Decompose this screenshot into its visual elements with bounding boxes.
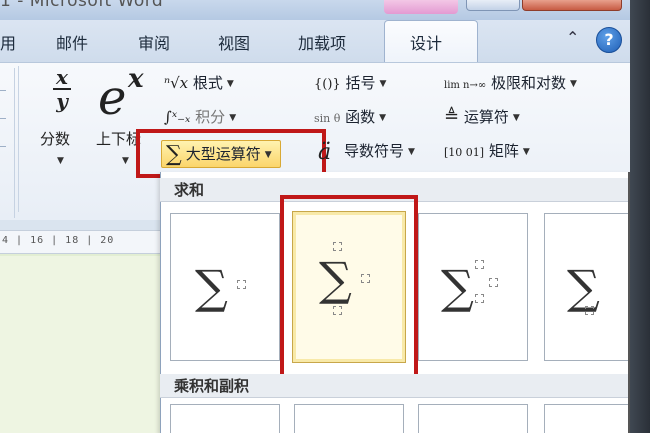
- gallery-tile-summation-lower[interactable]: ∑: [544, 213, 634, 361]
- radical-icon: ⁿ√x: [164, 74, 189, 92]
- placeholder-box: [489, 278, 498, 287]
- chevron-down-icon: ▼: [379, 113, 387, 123]
- context-tab-group: [384, 0, 458, 14]
- placeholder-box: [475, 294, 484, 303]
- gallery-tile-summation[interactable]: ∑: [170, 213, 280, 361]
- ruler-ticks: 4 | 16 | 18 | 20: [2, 235, 115, 246]
- placeholder-box: [585, 306, 594, 315]
- matrix-icon: [10 01]: [444, 146, 485, 159]
- chevron-down-icon: ▼: [570, 79, 577, 89]
- chevron-down-icon[interactable]: ▼: [57, 156, 64, 166]
- derivative-icon[interactable]: ä: [318, 140, 331, 165]
- gallery-tile-product[interactable]: [170, 404, 280, 433]
- radical-button[interactable]: ⁿ√x 根式 ▼: [164, 72, 234, 93]
- fraction-button-label[interactable]: 分数: [40, 128, 70, 149]
- script-superscript: x: [128, 64, 144, 94]
- placeholder-box: [475, 260, 484, 269]
- tab-mailings[interactable]: 邮件: [56, 30, 88, 54]
- window-edge: [630, 0, 650, 433]
- limit-icon: lim n→∞: [444, 80, 487, 91]
- tab-addins[interactable]: 加载项: [298, 30, 346, 54]
- chevron-down-icon: ▼: [522, 147, 530, 157]
- tab-design-label: 设计: [410, 34, 443, 53]
- divider: [0, 118, 6, 119]
- function-button[interactable]: sin θ 函数 ▼: [314, 106, 386, 127]
- document-top-strip: [0, 220, 160, 230]
- function-icon: sin θ: [314, 112, 341, 125]
- gallery-tile-summation-scripts[interactable]: ∑: [418, 213, 528, 361]
- bracket-button[interactable]: {()} 括号 ▼: [314, 72, 386, 93]
- document-page[interactable]: [0, 256, 160, 433]
- collapse-ribbon-icon[interactable]: ⌃: [566, 28, 579, 47]
- horizontal-ruler[interactable]: 4 | 16 | 18 | 20: [0, 230, 160, 254]
- chevron-down-icon: ▼: [408, 147, 415, 157]
- matrix-button[interactable]: [10 01] 矩阵 ▼: [444, 140, 530, 161]
- tab-use[interactable]: 用: [0, 30, 16, 54]
- integral-button[interactable]: ∫ˣ₋ₓ 积分 ▼: [164, 106, 236, 127]
- window-control-button[interactable]: [466, 0, 520, 11]
- bracket-label: 括号: [345, 74, 376, 92]
- divider: [0, 146, 6, 147]
- function-label: 函数: [345, 108, 376, 126]
- window-title: 1 - Microsoft Word: [0, 0, 164, 11]
- operator-icon: ≜: [444, 106, 460, 127]
- divider: [18, 66, 19, 212]
- divider: [0, 90, 6, 91]
- close-button[interactable]: [522, 0, 622, 11]
- integral-icon: ∫ˣ₋ₓ: [164, 108, 191, 126]
- gallery-tile-product[interactable]: [294, 404, 404, 433]
- sigma-icon: ∑: [195, 260, 228, 314]
- sigma-icon: ∑: [567, 260, 600, 314]
- script-button-label[interactable]: 上下标: [96, 128, 141, 149]
- derivative-label: 导数符号: [344, 142, 405, 160]
- gallery-section-product: 乘积和副积: [160, 374, 630, 398]
- integral-label: 积分: [195, 108, 226, 126]
- operator-button[interactable]: ≜ 运算符 ▼: [444, 106, 520, 127]
- placeholder-box: [237, 280, 246, 289]
- script-icon[interactable]: e: [98, 74, 126, 122]
- help-icon[interactable]: ?: [596, 27, 622, 53]
- bracket-icon: {()}: [314, 77, 341, 92]
- sigma-icon: ∑: [441, 260, 474, 314]
- chevron-down-icon: ▼: [512, 113, 520, 123]
- gallery-tile-product[interactable]: [418, 404, 528, 433]
- chevron-down-icon: ▼: [229, 113, 237, 123]
- fraction-denominator: y: [56, 89, 68, 113]
- tab-review[interactable]: 审阅: [138, 30, 170, 54]
- chevron-down-icon: ▼: [379, 79, 387, 89]
- highlight-box: [136, 129, 326, 178]
- tab-view[interactable]: 视图: [218, 30, 250, 54]
- gallery-tile-product[interactable]: [544, 404, 634, 433]
- matrix-label: 矩阵: [488, 142, 519, 160]
- limit-log-button[interactable]: lim n→∞ 极限和对数 ▼: [444, 72, 577, 93]
- chevron-down-icon: ▼: [226, 79, 234, 89]
- fraction-icon[interactable]: x y: [50, 66, 74, 112]
- operator-label: 运算符: [463, 108, 509, 126]
- chevron-down-icon[interactable]: ▼: [122, 156, 129, 166]
- highlight-box: [280, 195, 418, 381]
- fraction-numerator: x: [56, 65, 68, 89]
- derivative-button[interactable]: 导数符号 ▼: [344, 140, 415, 161]
- limit-label: 极限和对数: [491, 74, 567, 92]
- radical-label: 根式: [192, 74, 223, 92]
